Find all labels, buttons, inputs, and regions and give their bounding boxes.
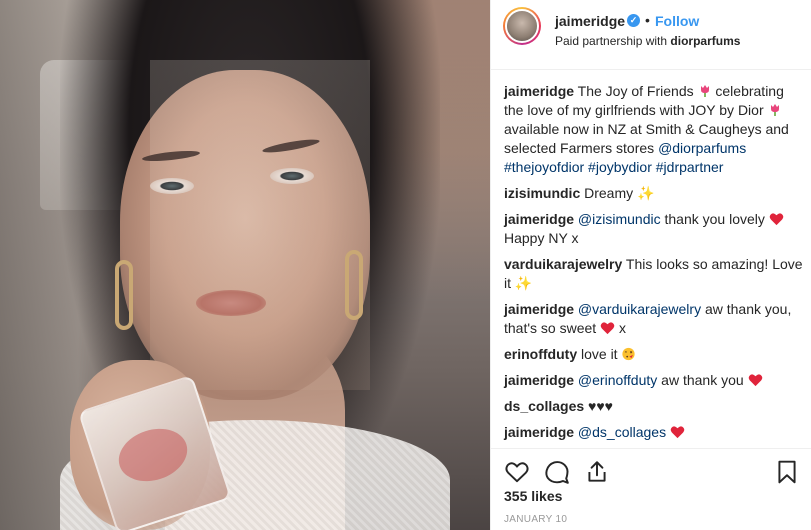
red-heart-icon [748, 374, 762, 387]
comment-mention[interactable]: @erinoffduty [578, 372, 657, 388]
post-date[interactable]: JANUARY 10 [504, 514, 567, 525]
share-icon[interactable] [584, 459, 610, 485]
avatar[interactable] [505, 9, 539, 43]
left-eye [150, 178, 194, 194]
comment-username[interactable]: erinoffduty [504, 346, 577, 362]
lips [196, 290, 266, 316]
comment-mention[interactable]: @ds_collages [578, 424, 666, 440]
comment-text-after: Happy NY x [504, 230, 579, 246]
likes-count[interactable]: 355 likes [504, 488, 562, 504]
partner-link[interactable]: diorparfums [670, 34, 740, 48]
comment-text-after: x [615, 320, 626, 336]
comment-username[interactable]: varduikarajewelry [504, 256, 622, 272]
red-heart-icon [670, 426, 685, 439]
comment-icon[interactable] [544, 459, 570, 485]
verified-badge-icon: ✓ [627, 14, 640, 27]
action-bar [491, 448, 811, 484]
comment: ds_collages ♥♥♥ [504, 397, 804, 416]
story-ring[interactable] [503, 7, 541, 45]
comment-mention[interactable]: @izisimundic [578, 211, 661, 227]
comment-username[interactable]: jaimeridge [504, 372, 574, 388]
comment-mention[interactable]: @varduikarajewelry [578, 301, 701, 317]
post-photo[interactable] [0, 0, 490, 530]
left-earring [115, 260, 133, 330]
caption-text-1: The Joy of Friends [574, 83, 698, 99]
caption-username[interactable]: jaimeridge [504, 83, 574, 99]
comment: jaimeridge @varduikarajewelry aw thank y… [504, 300, 804, 338]
face-blowing-kiss-icon [622, 347, 636, 361]
header-username[interactable]: jaimeridge [555, 13, 625, 29]
comment-username[interactable]: ds_collages [504, 398, 584, 414]
comment-username[interactable]: jaimeridge [504, 424, 574, 440]
follow-button[interactable]: Follow [655, 13, 699, 29]
comment-text: aw thank you [657, 372, 748, 388]
comment-text: ♥♥♥ [584, 398, 613, 414]
comment: jaimeridge @ds_collages [504, 423, 804, 442]
red-heart-icon [769, 213, 784, 226]
caption-mention[interactable]: @diorparfums [658, 140, 746, 156]
right-earring [345, 250, 363, 320]
comment: varduikarajewelry This looks so amazing!… [504, 255, 804, 293]
tulip-emoji-icon [700, 85, 709, 97]
tulip-emoji-icon [770, 104, 779, 116]
comment-username[interactable]: jaimeridge [504, 301, 574, 317]
comment-text: love it [577, 346, 622, 362]
partnership-prefix: Paid partnership with [555, 34, 671, 48]
heart-outline-icon[interactable] [504, 459, 530, 485]
right-eye [270, 168, 314, 184]
comment: jaimeridge @erinoffduty aw thank you [504, 371, 804, 390]
caption-hashtags[interactable]: #thejoyofdior #joybydior #jdrpartner [504, 159, 723, 175]
sparkles-icon: ✨ [637, 185, 655, 201]
comment-text: thank you lovely [660, 211, 769, 227]
sparkles-icon: ✨ [514, 275, 533, 291]
paid-partnership-label: Paid partnership with diorparfums [555, 34, 740, 48]
red-heart-icon [600, 322, 615, 335]
caption: jaimeridge The Joy of Friends celebratin… [504, 82, 804, 177]
double-exposure-overlay [150, 60, 370, 390]
separator-dot: • [645, 12, 650, 28]
post-header: jaimeridge ✓ • Follow Paid partnership w… [491, 0, 811, 70]
comment-username[interactable]: jaimeridge [504, 211, 574, 227]
comment: jaimeridge @izisimundic thank you lovely… [504, 210, 804, 248]
post-side-panel: jaimeridge ✓ • Follow Paid partnership w… [490, 0, 811, 530]
comments-list: jaimeridge The Joy of Friends celebratin… [504, 82, 804, 449]
comment-text: Dreamy [580, 185, 638, 201]
bookmark-icon[interactable] [774, 459, 800, 485]
comment-username[interactable]: izisimundic [504, 185, 580, 201]
comment: erinoffduty love it [504, 345, 804, 364]
comment: izisimundic Dreamy ✨ [504, 184, 804, 203]
